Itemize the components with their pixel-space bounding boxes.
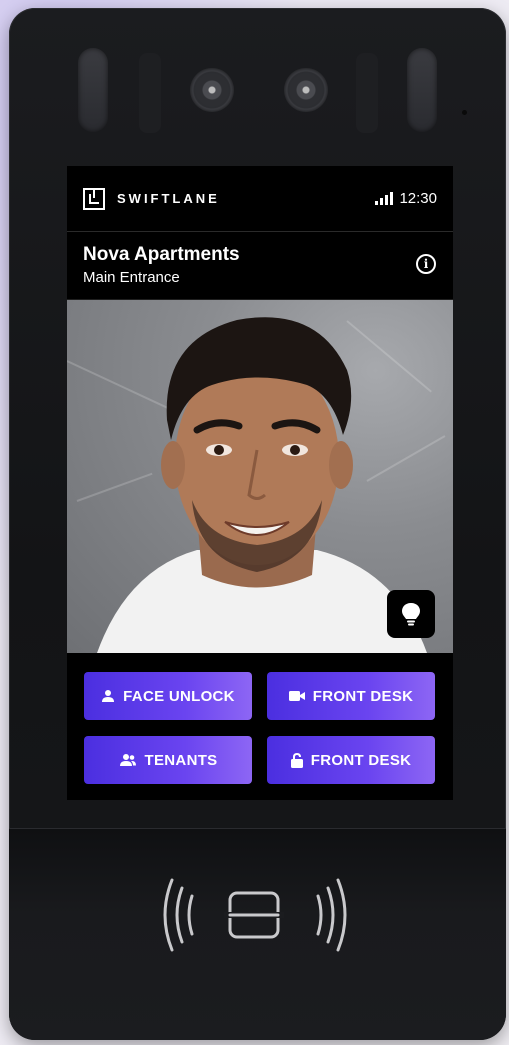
front-desk-unlock-button[interactable]: FRONT DESK bbox=[267, 736, 435, 784]
face-unlock-label: FACE UNLOCK bbox=[123, 687, 235, 705]
front-desk-unlock-label: FRONT DESK bbox=[310, 751, 412, 769]
right-camera-lens-icon bbox=[284, 68, 328, 112]
signal-strength-icon bbox=[375, 192, 394, 205]
left-camera-housing bbox=[139, 53, 161, 133]
clock-time: 12:30 bbox=[399, 190, 437, 207]
left-sensor bbox=[78, 48, 108, 132]
face-unlock-button[interactable]: FACE UNLOCK bbox=[84, 672, 252, 720]
left-camera-lens-icon bbox=[190, 68, 234, 112]
people-icon bbox=[119, 754, 136, 766]
info-icon[interactable]: i bbox=[416, 254, 436, 274]
microphone-icon bbox=[462, 110, 467, 115]
building-name: Nova Apartments bbox=[83, 244, 240, 265]
camera-preview bbox=[67, 300, 453, 653]
lightbulb-icon bbox=[402, 603, 420, 626]
status-bar: SWIFTLANE 12:30 bbox=[67, 166, 453, 232]
swiftlane-logo-icon bbox=[83, 187, 105, 210]
unlock-icon bbox=[290, 752, 303, 768]
tenants-button[interactable]: TENANTS bbox=[84, 736, 252, 784]
action-buttons: FACE UNLOCK FRONT DESK TENANTS FRONT DES… bbox=[67, 653, 453, 800]
flashlight-button[interactable] bbox=[387, 590, 435, 638]
right-sensor bbox=[407, 48, 437, 132]
status-right: 12:30 bbox=[375, 190, 437, 207]
tenants-label: TENANTS bbox=[144, 751, 218, 769]
video-camera-icon bbox=[288, 691, 305, 701]
person-icon bbox=[102, 690, 115, 702]
nfc-reader-icon bbox=[163, 878, 347, 952]
front-desk-call-label: FRONT DESK bbox=[312, 687, 414, 705]
location-header: Nova Apartments Main Entrance i bbox=[67, 232, 453, 300]
touch-screen: SWIFTLANE 12:30 Nova Apartments Main Ent… bbox=[67, 166, 453, 800]
brand-name: SWIFTLANE bbox=[117, 191, 220, 206]
brand: SWIFTLANE bbox=[83, 187, 220, 210]
right-camera-housing bbox=[356, 53, 378, 133]
front-desk-call-button[interactable]: FRONT DESK bbox=[267, 672, 435, 720]
entrance-name: Main Entrance bbox=[83, 269, 180, 286]
